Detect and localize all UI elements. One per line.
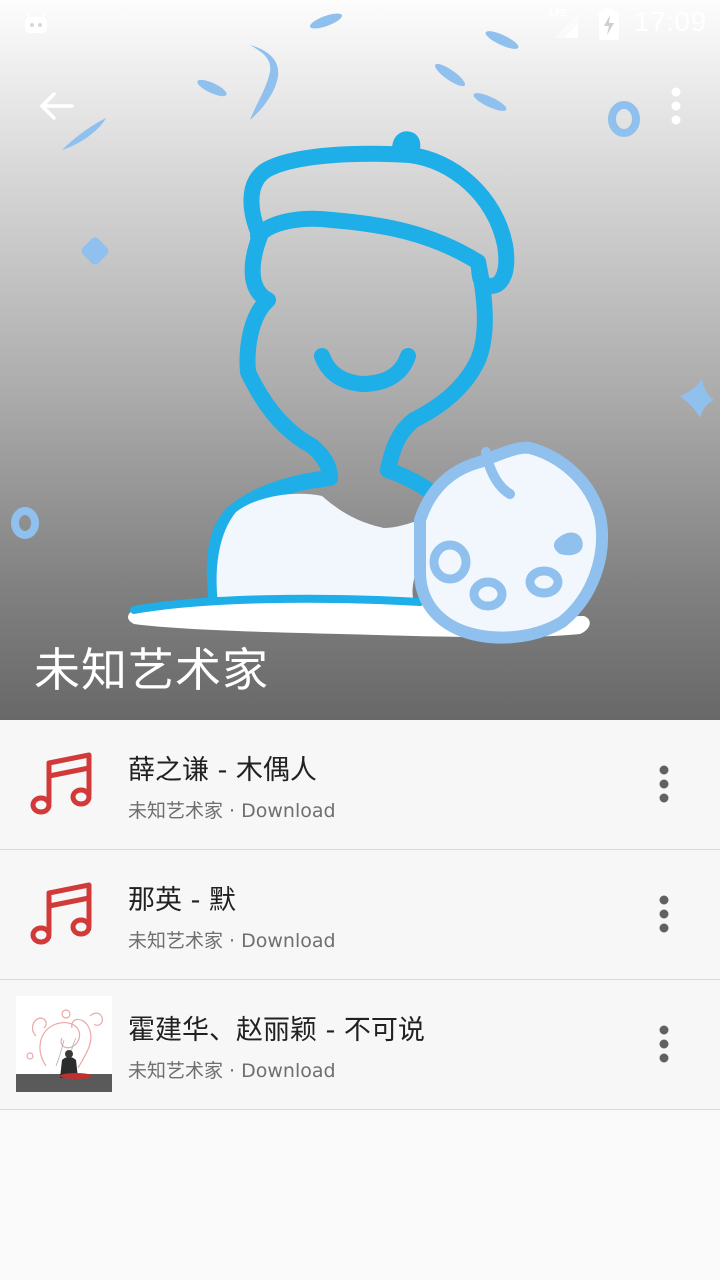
more-vertical-icon	[659, 1025, 669, 1063]
song-artist: 未知艺术家	[128, 930, 224, 952]
song-subtitle-separator: ·	[223, 1060, 242, 1082]
song-thumbnail	[16, 866, 112, 962]
song-row[interactable]: 薛之谦 - 木偶人 未知艺术家 · Download	[0, 720, 720, 850]
back-button[interactable]	[28, 78, 84, 134]
song-album: Download	[241, 930, 336, 952]
song-album: Download	[241, 1060, 336, 1082]
song-subtitle-separator: ·	[223, 930, 242, 952]
song-list: 薛之谦 - 木偶人 未知艺术家 · Download 那英 - 默 未知艺术家 …	[0, 720, 720, 1110]
signal-icon	[554, 14, 578, 38]
song-row[interactable]: 那英 - 默 未知艺术家 · Download	[0, 850, 720, 980]
more-vertical-icon	[671, 87, 681, 125]
song-subtitle: 未知艺术家 · Download	[128, 926, 336, 953]
song-artist: 未知艺术家	[128, 800, 224, 822]
artist-detail-screen: LTE 17:09 未知艺术家 薛之谦 - 木偶人 未知艺术家 · Downlo…	[0, 0, 720, 1280]
header-more-button[interactable]	[652, 78, 700, 134]
artist-name-title: 未知艺术家	[34, 643, 269, 697]
song-more-button[interactable]	[640, 1016, 688, 1072]
more-vertical-icon	[659, 765, 669, 803]
song-subtitle: 未知艺术家 · Download	[128, 1056, 336, 1083]
music-note-icon	[30, 752, 92, 815]
song-title: 霍建华、赵丽颖 - 不可说	[128, 1015, 425, 1046]
android-robot-icon	[25, 12, 47, 33]
artist-artwork-illustration	[11, 13, 714, 644]
song-row[interactable]: 霍建华、赵丽颖 - 不可说 未知艺术家 · Download	[0, 980, 720, 1110]
status-bar: LTE 17:09	[0, 0, 720, 48]
song-thumbnail	[16, 996, 112, 1092]
song-more-button[interactable]	[640, 756, 688, 812]
more-vertical-icon	[659, 895, 669, 933]
song-thumbnail	[16, 736, 112, 832]
song-title: 那英 - 默	[128, 885, 236, 916]
music-note-icon	[30, 882, 92, 945]
battery-charging-icon	[599, 8, 619, 40]
song-title: 薛之谦 - 木偶人	[128, 755, 317, 786]
song-album: Download	[241, 800, 336, 822]
song-subtitle-separator: ·	[223, 800, 242, 822]
album-cover-image	[16, 996, 112, 1092]
arrow-back-icon	[40, 92, 74, 120]
status-time: 17:09	[634, 6, 707, 37]
song-more-button[interactable]	[640, 886, 688, 942]
song-artist: 未知艺术家	[128, 1060, 224, 1082]
song-subtitle: 未知艺术家 · Download	[128, 796, 336, 823]
artist-header: LTE 17:09 未知艺术家	[0, 0, 720, 720]
